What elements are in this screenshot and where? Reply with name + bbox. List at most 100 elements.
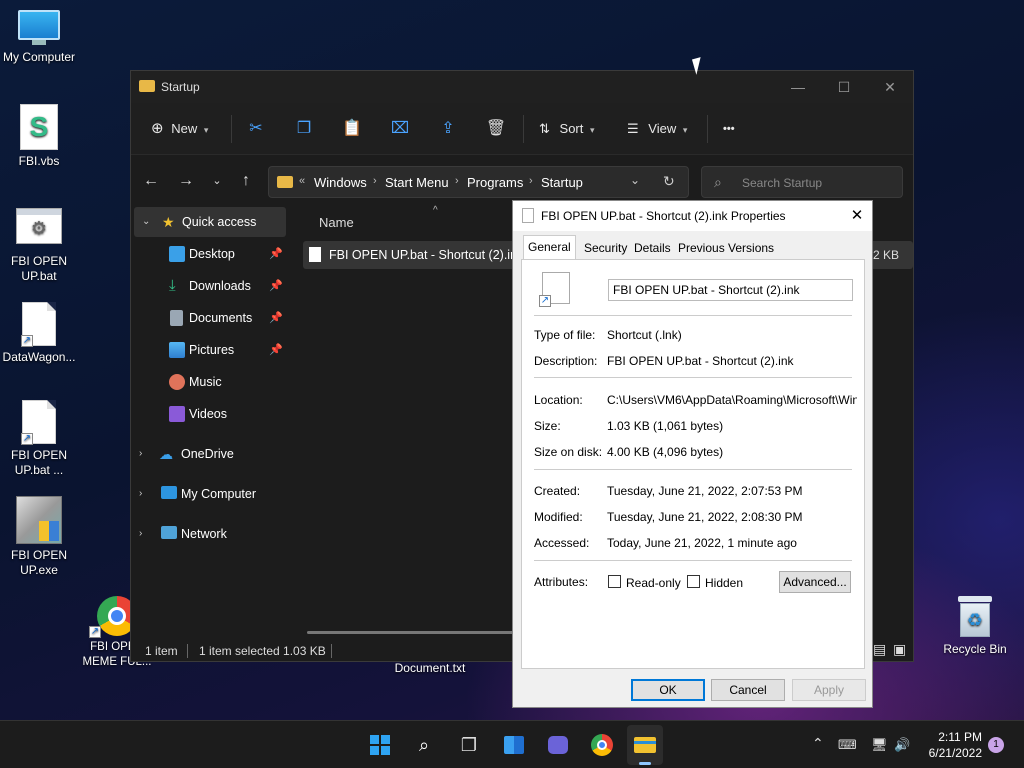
search-input[interactable]: ⌕ Search Startup [701, 166, 903, 198]
monitor-icon [161, 486, 177, 499]
nav-documents[interactable]: Documents 📌 [131, 303, 287, 333]
size-value: 1.03 KB (1,061 bytes) [607, 419, 724, 433]
breadcrumb-item[interactable]: Programs [467, 175, 523, 190]
divider [534, 560, 852, 561]
apply-button[interactable]: Apply [792, 679, 866, 701]
desktop-icon-fbi-bat[interactable]: ⚙ FBI OPEN UP.bat [0, 208, 78, 284]
keyboard-icon[interactable]: ⌨ [838, 737, 857, 753]
delete-icon[interactable]: 🗑 [484, 117, 508, 141]
paste-icon[interactable]: 📋 [340, 117, 364, 141]
nav-desktop[interactable]: Desktop 📌 [131, 239, 287, 269]
close-icon[interactable]: ✕ [867, 71, 913, 103]
music-icon [169, 374, 185, 390]
ok-button[interactable]: OK [631, 679, 705, 701]
tab-details[interactable]: Details [630, 237, 675, 259]
readonly-checkbox[interactable] [608, 575, 621, 588]
clock[interactable]: 2:11 PM 6/21/2022 [929, 729, 982, 761]
nav-quick-access[interactable]: ⌄ ★ Quick access [134, 207, 286, 237]
advanced-button[interactable]: Advanced... [779, 571, 851, 593]
desktop-icon [169, 246, 185, 262]
desktop-icon-label: My Computer [2, 50, 76, 64]
up-arrow-icon[interactable]: ↑ [234, 169, 258, 193]
nav-onedrive[interactable]: › ☁ OneDrive [131, 439, 287, 469]
maximize-icon[interactable]: ☐ [821, 71, 867, 103]
nav-pictures[interactable]: Pictures 📌 [131, 335, 287, 365]
nav-videos[interactable]: Videos [131, 399, 287, 429]
type-value: Shortcut (.lnk) [607, 328, 682, 342]
nav-my-computer[interactable]: › My Computer [131, 479, 287, 509]
size-on-disk-value: 4.00 KB (4,096 bytes) [607, 445, 724, 459]
share-icon[interactable]: ⇪ [436, 117, 460, 141]
chevron-down-icon: ▾ [590, 125, 595, 135]
desktop-icon-fbi-vbs[interactable]: S FBI.vbs [0, 104, 78, 169]
chevron-up-icon[interactable]: ⌃ [812, 735, 824, 752]
search-icon[interactable]: ⌕ [410, 731, 438, 759]
modified-label: Modified: [534, 510, 583, 524]
close-icon[interactable]: ✕ [842, 201, 872, 231]
file-explorer-icon[interactable] [627, 725, 663, 765]
tiles-view-icon[interactable]: ▣ [893, 641, 906, 658]
explorer-titlebar[interactable]: Startup — ☐ ✕ [131, 71, 913, 103]
nav-music[interactable]: Music [131, 367, 287, 397]
selection-status: 1 item selected 1.03 KB [199, 644, 326, 658]
forward-arrow-icon[interactable]: → [174, 169, 198, 193]
nav-downloads[interactable]: ⤓ Downloads 📌 [131, 271, 287, 301]
breadcrumb-item[interactable]: Start Menu [385, 175, 449, 190]
network-icon[interactable]: 🖥 [871, 737, 888, 753]
nav-label: OneDrive [181, 447, 234, 461]
desktop-icon-document-txt[interactable]: Document.txt [382, 661, 478, 676]
more-options-button[interactable]: ••• [723, 117, 735, 141]
nav-label: Documents [189, 311, 253, 325]
chrome-icon[interactable] [588, 731, 616, 759]
status-divider [331, 644, 332, 658]
desktop-icon-datawagon[interactable]: ↗ DataWagon... [0, 302, 78, 365]
desktop-icon-label: FBI OPEN UP.bat ... [10, 448, 67, 477]
tab-previous-versions[interactable]: Previous Versions [674, 237, 778, 259]
start-windows-icon[interactable] [366, 731, 394, 759]
breadcrumb-chevron-icon: › [529, 175, 533, 187]
divider [534, 469, 852, 470]
rename-icon[interactable]: ⌧ [388, 117, 412, 141]
copy-icon[interactable]: ❐ [292, 117, 316, 141]
toolbar-divider [523, 115, 524, 143]
back-arrow-icon[interactable]: ← [139, 169, 163, 193]
volume-icon[interactable]: 🔊 [894, 737, 910, 753]
cut-icon[interactable]: ✂ [244, 117, 268, 141]
location-value: C:\Users\VM6\AppData\Roaming\Microsoft\W… [607, 393, 857, 407]
chevron-down-icon[interactable]: ⌄ [630, 173, 640, 187]
nav-network[interactable]: › Network [131, 519, 287, 549]
cancel-button[interactable]: Cancel [711, 679, 785, 701]
refresh-icon[interactable]: ↻ [663, 173, 675, 190]
teams-chat-icon[interactable] [544, 731, 572, 759]
tab-security[interactable]: Security [580, 237, 631, 259]
installer-icon [16, 496, 62, 544]
file-name-field[interactable]: FBI OPEN UP.bat - Shortcut (2).ink [608, 279, 853, 301]
breadcrumb-overflow[interactable]: « [299, 175, 305, 187]
new-button[interactable]: ⊕ New ▾ [151, 117, 217, 141]
sort-button[interactable]: ⇅ Sort ▾ [539, 117, 605, 141]
properties-dialog[interactable]: FBI OPEN UP.bat - Shortcut (2).ink Prope… [512, 200, 873, 708]
horizontal-scrollbar[interactable] [307, 631, 517, 634]
minimize-icon[interactable]: — [775, 71, 821, 103]
pin-icon: 📌 [269, 312, 283, 324]
breadcrumb-item[interactable]: Startup [541, 175, 583, 190]
desktop-icon-label: DataWagon... [2, 350, 76, 364]
task-view-icon[interactable]: ❐ [455, 731, 483, 759]
details-view-icon[interactable]: ▤ [873, 641, 886, 658]
hidden-checkbox[interactable] [687, 575, 700, 588]
desktop-icon-my-computer[interactable]: My Computer [0, 10, 78, 65]
column-header-name[interactable]: Name [319, 215, 354, 230]
address-bar[interactable]: « Windows › Start Menu › Programs › Star… [268, 166, 689, 198]
navigation-pane: ⌄ ★ Quick access Desktop 📌 ⤓ Downloads 📌… [131, 205, 289, 631]
desktop-icon-recycle-bin[interactable]: ♻ Recycle Bin [936, 596, 1014, 657]
recent-chevron-icon[interactable]: ⌄ [205, 169, 229, 193]
description-label: Description: [534, 354, 598, 368]
tab-general[interactable]: General [523, 235, 576, 259]
desktop-icon-fbi-exe[interactable]: FBI OPEN UP.exe [0, 496, 78, 578]
notification-badge[interactable]: 1 [988, 737, 1004, 753]
desktop-icon-fbi-bat-shortcut[interactable]: ↗ FBI OPEN UP.bat ... [0, 400, 78, 478]
view-button[interactable]: ☰ View ▾ [627, 117, 697, 141]
breadcrumb-item[interactable]: Windows [314, 175, 367, 190]
widgets-icon[interactable] [500, 731, 528, 759]
dialog-titlebar[interactable]: FBI OPEN UP.bat - Shortcut (2).ink Prope… [513, 201, 872, 231]
